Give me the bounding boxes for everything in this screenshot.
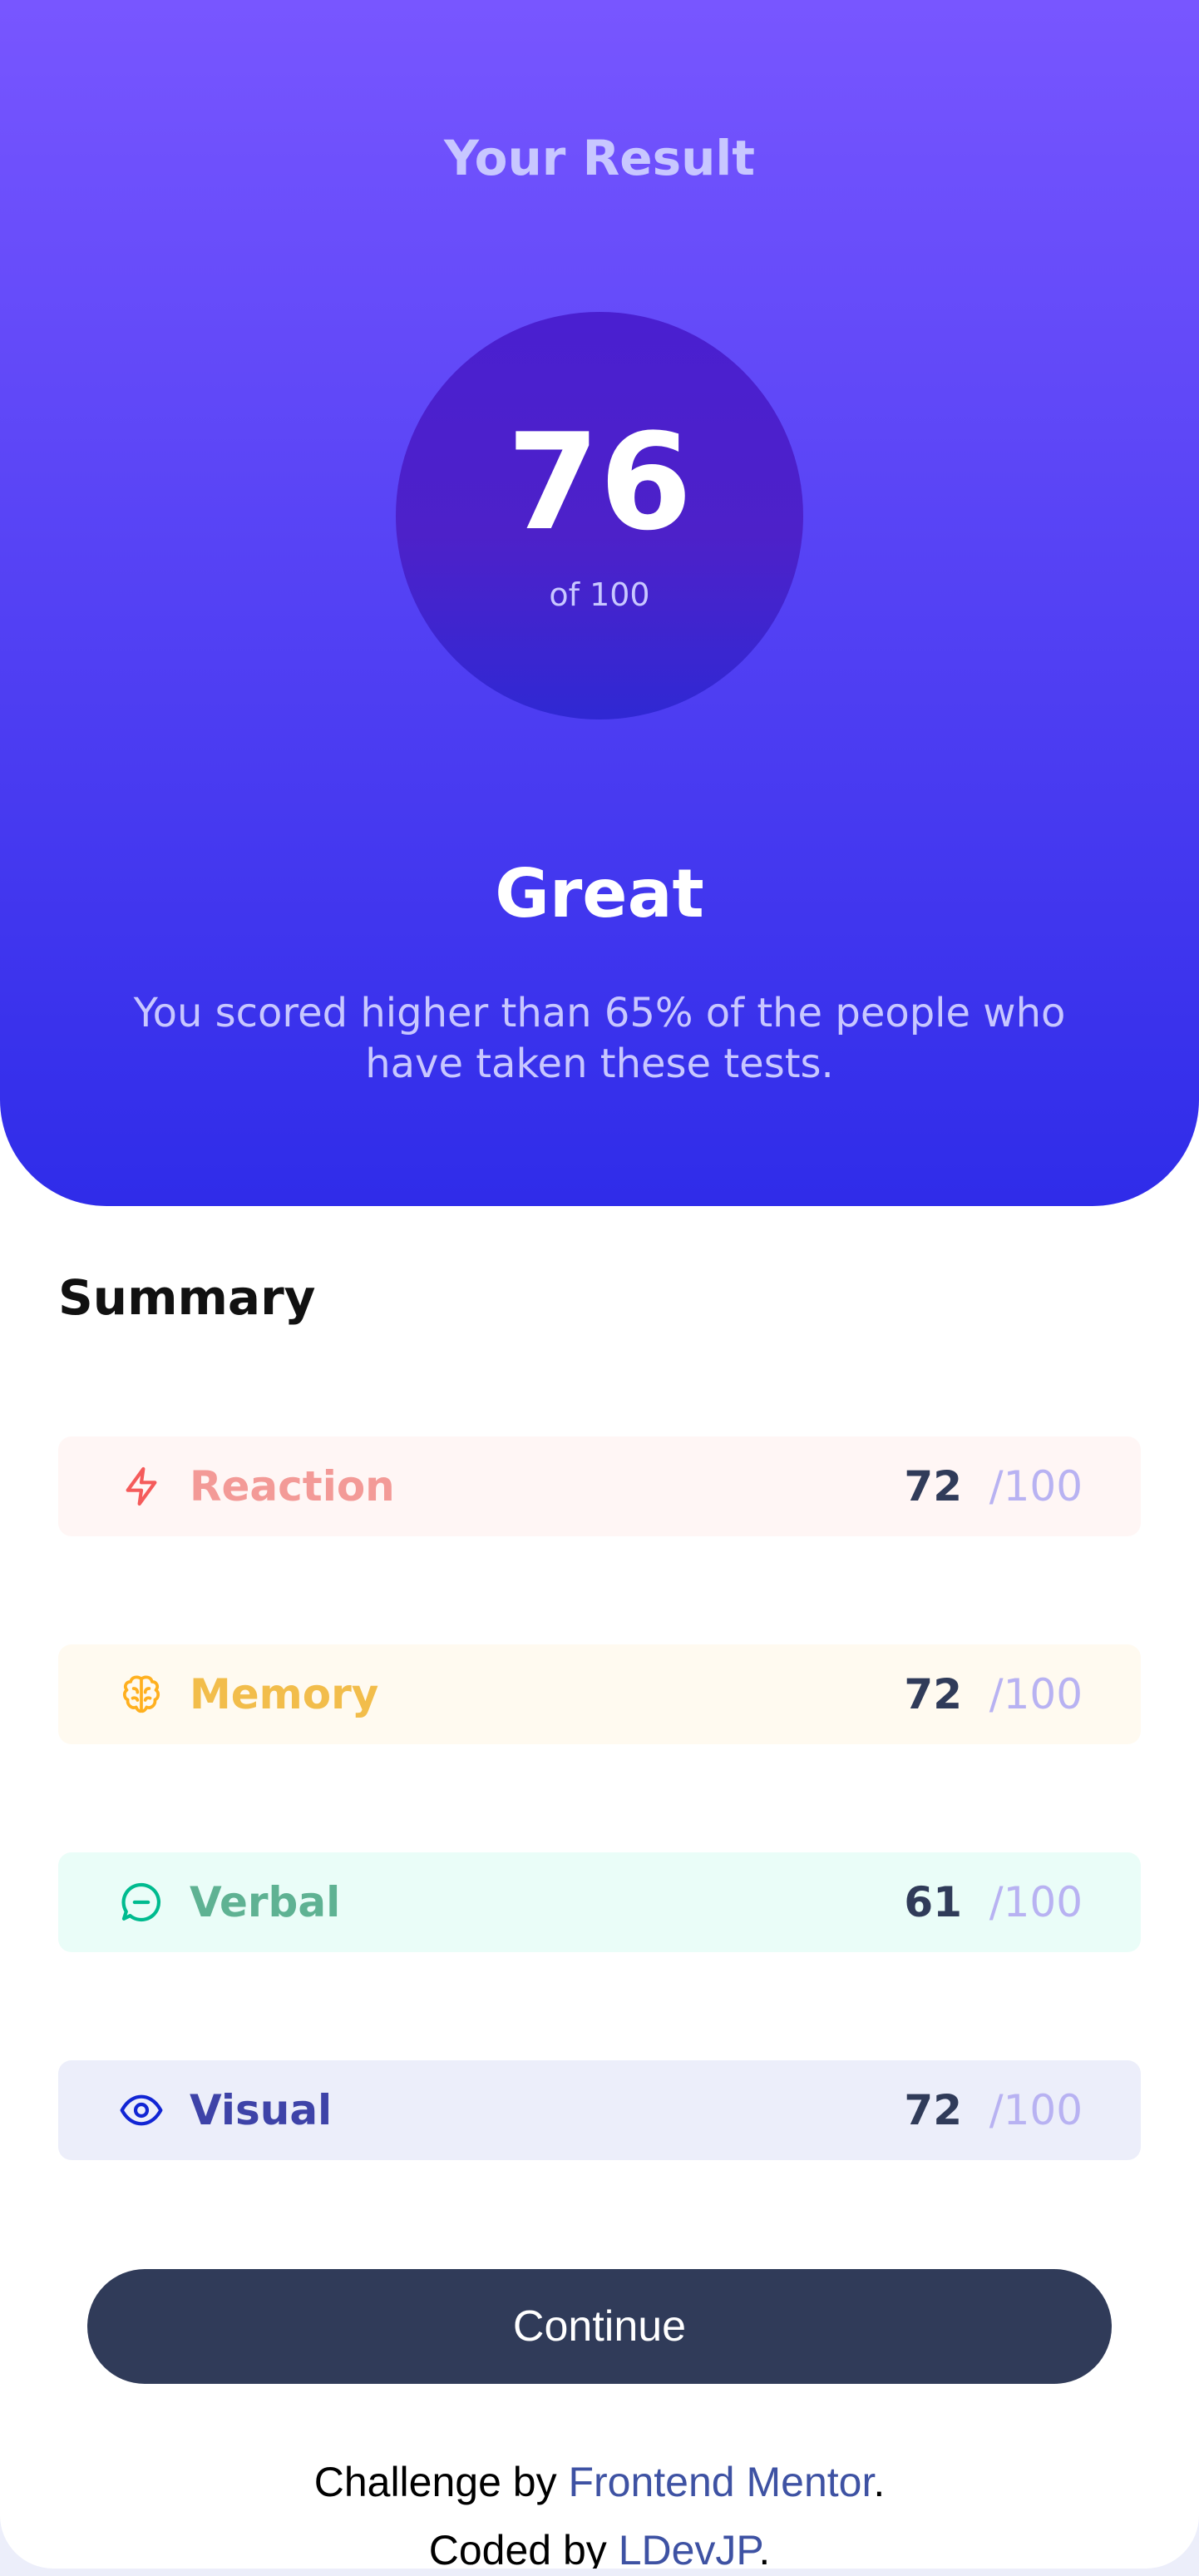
summary-item-label: Visual: [190, 2086, 333, 2134]
summary-item-max: /100: [989, 1878, 1083, 1926]
attribution: Challenge by Frontend Mentor. Coded by L…: [0, 2448, 1199, 2569]
summary-title: Summary: [58, 1269, 316, 1326]
speech-bubble-icon: [121, 1882, 161, 1922]
summary-item-max: /100: [989, 2086, 1083, 2134]
attribution-line-challenge: Challenge by Frontend Mentor.: [0, 2448, 1199, 2516]
attribution-line-coded: Coded by LDevJP.: [0, 2516, 1199, 2569]
summary-item-reaction: Reaction 72 /100: [58, 1436, 1141, 1536]
summary-item-score: 72: [904, 1462, 962, 1510]
summary-item-visual: Visual 72 /100: [58, 2060, 1141, 2160]
attribution-coded-suffix: .: [758, 2527, 771, 2569]
results-card: Your Result 76 of 100 Great You scored h…: [0, 0, 1199, 2569]
summary-item-max: /100: [989, 1670, 1083, 1718]
summary-item-score: 72: [904, 2086, 962, 2134]
result-title: Your Result: [443, 130, 756, 186]
frontend-mentor-link[interactable]: Frontend Mentor: [568, 2459, 873, 2505]
summary-item-max: /100: [989, 1462, 1083, 1510]
score-value: 76: [506, 404, 693, 560]
rating-description: You scored higher than 65% of the people…: [133, 990, 1066, 1087]
score-circle: 76 of 100: [396, 312, 803, 719]
result-panel: Your Result 76 of 100 Great You scored h…: [0, 0, 1199, 1206]
summary-item-score: 72: [904, 1670, 962, 1718]
rating-label: Great: [495, 855, 704, 932]
summary-item-score: 61: [904, 1878, 962, 1926]
eye-icon: [120, 2094, 163, 2126]
attribution-coded-prefix: Coded by: [428, 2527, 619, 2569]
summary-item-label: Memory: [190, 1670, 379, 1718]
summary-item-label: Reaction: [190, 1462, 395, 1510]
continue-button[interactable]: Continue: [87, 2269, 1112, 2384]
lightning-icon: [126, 1466, 157, 1506]
summary-item-label: Verbal: [190, 1878, 341, 1926]
attribution-challenge-prefix: Challenge by: [313, 2459, 569, 2505]
summary-item-memory: Memory 72 /100: [58, 1644, 1141, 1744]
attribution-challenge-suffix: .: [873, 2459, 886, 2505]
brain-icon: [122, 1675, 160, 1713]
score-of-label: of 100: [549, 576, 650, 613]
summary-item-verbal: Verbal 61 /100: [58, 1852, 1141, 1952]
author-link[interactable]: LDevJP: [619, 2527, 759, 2569]
